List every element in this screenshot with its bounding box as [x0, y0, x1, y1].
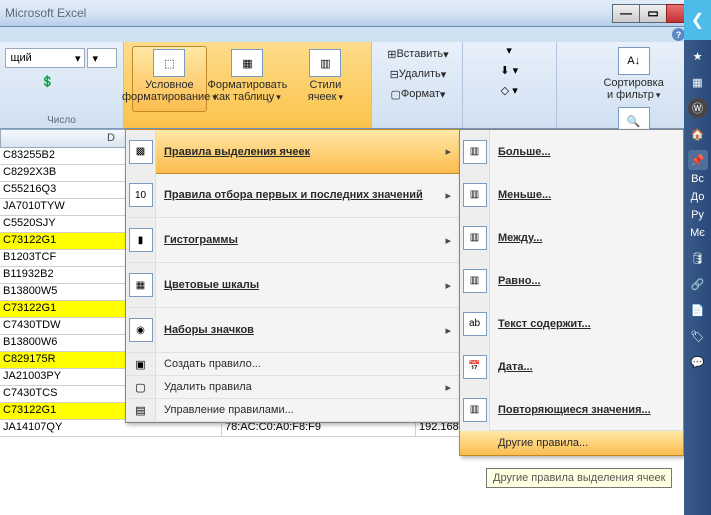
conditional-formatting-icon: ⬚	[153, 49, 185, 77]
manage-rules-icon: ▤	[135, 404, 145, 417]
chevron-right-icon: ▸	[445, 381, 451, 394]
clear-rules-icon: ▢	[135, 381, 145, 394]
sidebar-pin-icon[interactable]: 📌	[688, 150, 708, 170]
sidebar-doc-icon[interactable]: 📄	[688, 300, 708, 320]
data-bars-item[interactable]: ▮ Гистограммы ▸	[126, 218, 459, 263]
sidebar-text[interactable]: Ру	[691, 206, 704, 224]
new-rule-icon: ▣	[135, 358, 145, 371]
sidebar-home-icon[interactable]: 🏠	[688, 124, 708, 144]
sidebar-link-icon[interactable]: 🔗	[688, 274, 708, 294]
sidebar-grid-icon[interactable]: ▦	[688, 72, 708, 92]
format-as-table-button[interactable]: ▦ Форматировать как таблицу	[210, 46, 285, 112]
number-format-combo[interactable]: щий▾	[5, 48, 85, 68]
number-group: щий▾ ▾ 💲 Число	[0, 42, 124, 128]
number-group-label: Число	[0, 115, 123, 126]
ribbon: щий▾ ▾ 💲 Число ⬚ Условное форматирование…	[0, 42, 711, 129]
sidebar-text[interactable]: Мє	[690, 224, 705, 242]
clear-rules-item[interactable]: ▢ Удалить правила ▸	[126, 376, 459, 399]
styles-group: ⬚ Условное форматирование ▦ Форматироват…	[124, 42, 372, 128]
currency-icon[interactable]: 💲	[36, 72, 60, 91]
cell-styles-icon: ▥	[309, 49, 341, 77]
cells-group: ⊞ Вставить ▾ ⊟ Удалить ▾ ▢ Формат ▾	[372, 42, 463, 128]
text-icon: ab	[463, 312, 487, 336]
app-title: Microsoft Excel	[5, 6, 86, 20]
table-icon: ▦	[231, 49, 263, 77]
minimize-button[interactable]: —	[612, 4, 640, 23]
icon-sets-icon: ◉	[129, 318, 153, 342]
chevron-right-icon: ▸	[445, 189, 451, 202]
cell-styles-button[interactable]: ▥ Стили ячеек	[288, 46, 363, 112]
editing-small-group: ▾ ⬇ ▾ ◇ ▾	[463, 42, 557, 128]
text-contains-item[interactable]: ab Текст содержит...	[460, 302, 683, 345]
delete-button[interactable]: ⊟ Удалить ▾	[388, 64, 447, 84]
between-icon: ▥	[463, 226, 487, 250]
sidebar-w-icon[interactable]: Ⓦ	[688, 98, 708, 118]
maximize-button[interactable]: ▭	[639, 4, 667, 23]
insert-button[interactable]: ⊞ Вставить ▾	[385, 44, 448, 64]
manage-rules-item[interactable]: ▤ Управление правилами...	[126, 399, 459, 422]
top-bottom-icon: 10	[129, 183, 153, 207]
date-icon: 📅	[463, 355, 487, 379]
icon-sets-item[interactable]: ◉ Наборы значков ▸	[126, 308, 459, 353]
duplicate-icon: ▥	[463, 398, 487, 422]
chevron-right-icon: ▸	[445, 234, 451, 247]
chevron-right-icon: ▸	[445, 324, 451, 337]
equal-to-item[interactable]: ▥ Равно...	[460, 259, 683, 302]
conditional-formatting-button[interactable]: ⬚ Условное форматирование	[132, 46, 207, 112]
duplicate-values-item[interactable]: ▥ Повторяющиеся значения...	[460, 388, 683, 431]
data-bars-icon: ▮	[129, 228, 153, 252]
more-rules-item[interactable]: Другие правила...	[459, 430, 684, 456]
highlight-rules-submenu: ▥ Больше... ▥ Меньше... ▥ Между... ▥ Рав…	[459, 129, 684, 456]
sort-icon: A↓	[618, 47, 650, 75]
fill-button[interactable]: ⬇ ▾	[500, 64, 518, 84]
sidebar-tag-icon[interactable]: 🏷	[688, 326, 708, 346]
tooltip: Другие правила выделения ячеек	[486, 468, 672, 488]
less-icon: ▥	[463, 183, 487, 207]
greater-than-item[interactable]: ▥ Больше...	[460, 130, 683, 173]
highlight-rules-icon: ▩	[129, 140, 153, 164]
decimal-buttons[interactable]	[77, 72, 87, 91]
date-occurring-item[interactable]: 📅 Дата...	[460, 345, 683, 388]
chevron-right-icon: ▸	[445, 279, 451, 292]
titlebar: Microsoft Excel — ▭ ✕	[0, 0, 711, 27]
chevron-right-icon: ▸	[445, 145, 451, 158]
format-button[interactable]: ▢ Формат ▾	[388, 84, 445, 104]
clear-button[interactable]: ◇ ▾	[501, 84, 518, 104]
app-sidebar: ❮ ★ ▦ Ⓦ 🏠 📌 Вс До Ру Мє 🛢 🔗 📄 🏷 💬	[684, 0, 711, 515]
equal-icon: ▥	[463, 269, 487, 293]
sidebar-db-icon[interactable]: 🛢	[688, 248, 708, 268]
conditional-formatting-menu: ▩ Правила выделения ячеек ▸ 10 Правила о…	[125, 129, 460, 423]
top-bottom-rules-item[interactable]: 10 Правила отбора первых и последних зна…	[126, 173, 459, 218]
greater-icon: ▥	[463, 140, 487, 164]
color-scales-icon: ▦	[129, 273, 153, 297]
sidebar-text[interactable]: Вс	[691, 170, 704, 188]
sidebar-back-button[interactable]: ❮	[684, 0, 711, 40]
autosum-button[interactable]: ▾	[506, 44, 512, 64]
sidebar-chat-icon[interactable]: 💬	[688, 352, 708, 372]
sidebar-text[interactable]: До	[691, 188, 705, 206]
percent-button[interactable]	[63, 72, 73, 91]
currency-dropdown[interactable]: ▾	[87, 48, 117, 68]
between-item[interactable]: ▥ Между...	[460, 216, 683, 259]
new-rule-item[interactable]: ▣ Создать правило...	[126, 353, 459, 376]
highlight-cells-rules-item[interactable]: ▩ Правила выделения ячеек ▸	[125, 129, 460, 174]
sort-filter-button[interactable]: A↓ Сортировка и фильтр	[598, 44, 670, 104]
help-row: ?	[0, 27, 711, 42]
color-scales-item[interactable]: ▦ Цветовые шкалы ▸	[126, 263, 459, 308]
sidebar-star-icon[interactable]: ★	[688, 46, 708, 66]
less-than-item[interactable]: ▥ Меньше...	[460, 173, 683, 216]
